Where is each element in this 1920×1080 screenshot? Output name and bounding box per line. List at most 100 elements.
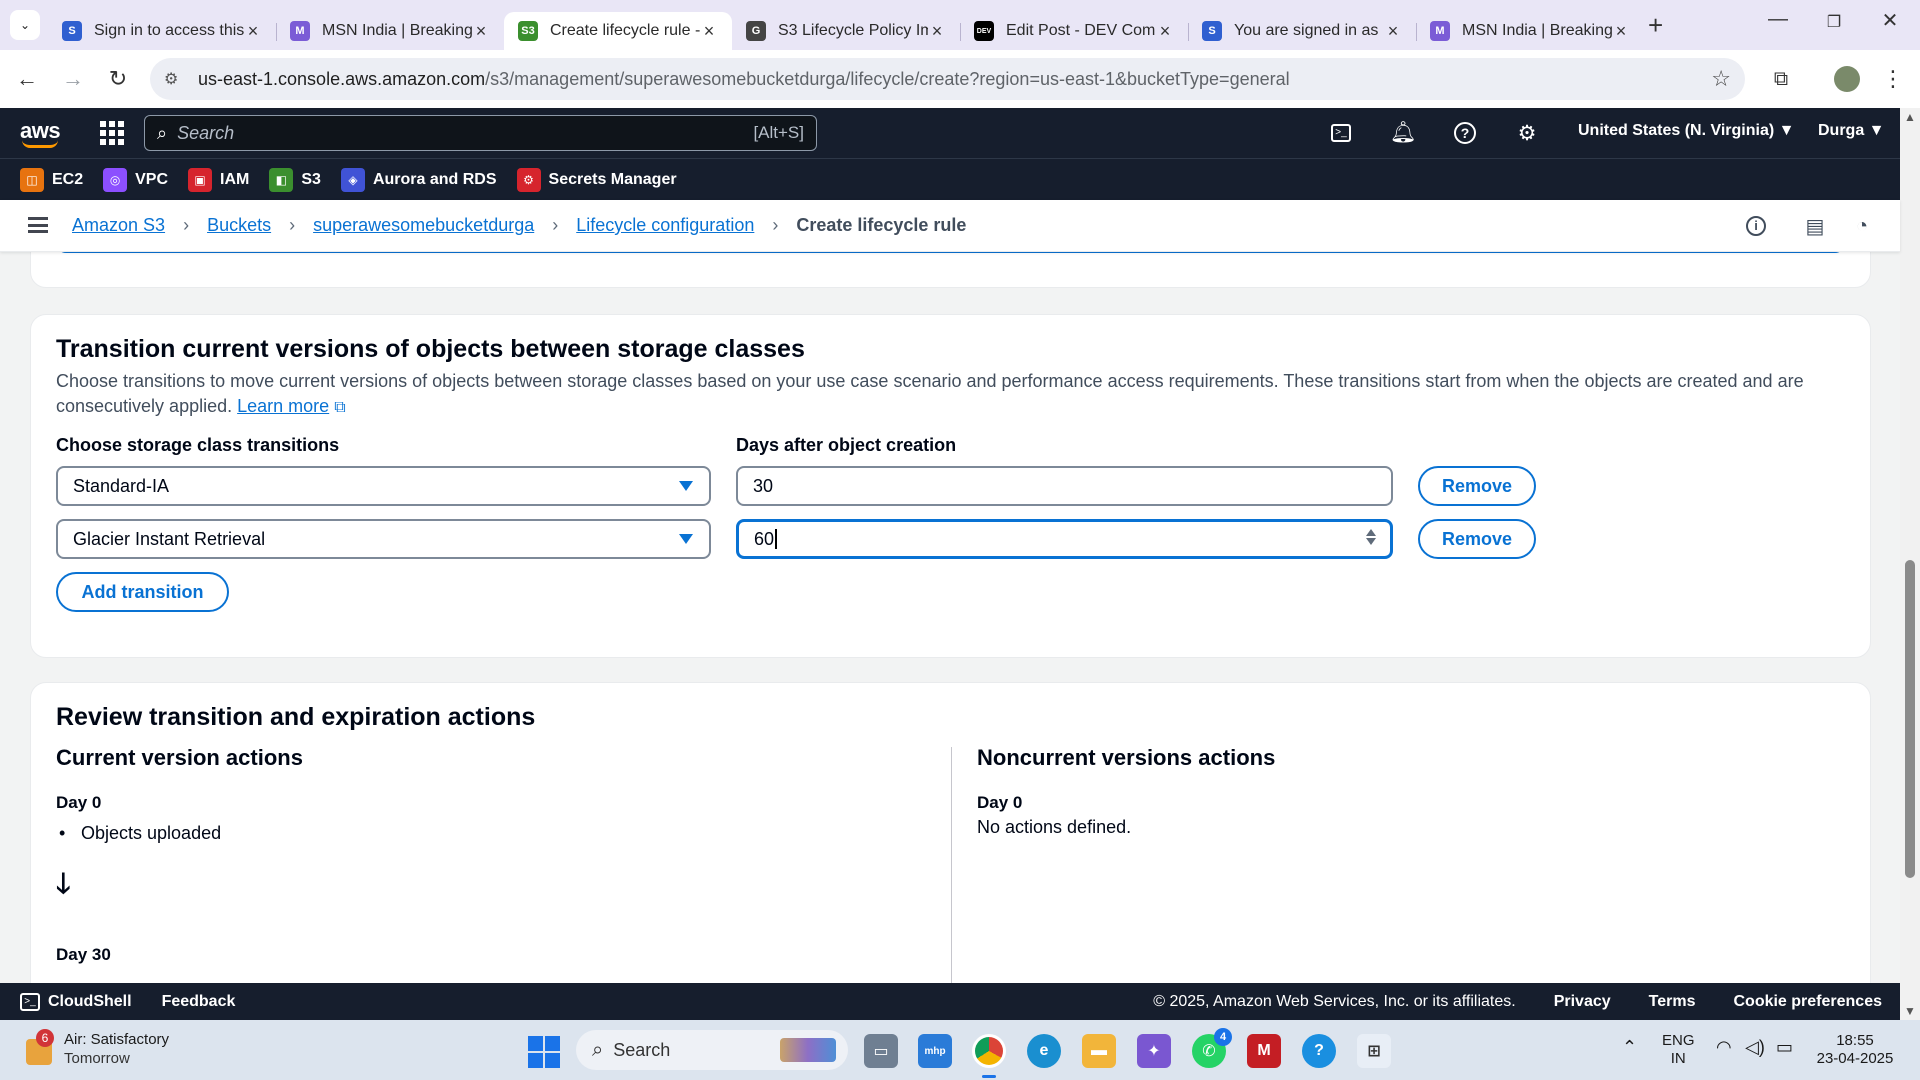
services-grid-icon[interactable]	[100, 121, 124, 145]
copilot-icon[interactable]: ✦	[1137, 1034, 1171, 1068]
cookie-preferences-link[interactable]: Cookie preferences	[1733, 993, 1882, 1011]
edge-icon[interactable]: e	[1027, 1034, 1061, 1068]
browser-tab[interactable]: M MSN India | Breaking ×	[1416, 12, 1644, 50]
tutorial-icon[interactable]: ◔	[1850, 214, 1874, 238]
forward-arrow-icon[interactable]: →	[58, 64, 88, 94]
remove-button-2[interactable]: Remove	[1418, 519, 1536, 559]
privacy-link[interactable]: Privacy	[1554, 993, 1611, 1011]
back-arrow-icon[interactable]: ←	[12, 64, 42, 94]
scroll-thumb[interactable]	[1905, 560, 1915, 878]
file-explorer-icon[interactable]: ▬	[1082, 1034, 1116, 1068]
minimize-icon[interactable]: —	[1758, 8, 1798, 31]
feedback-link[interactable]: Feedback	[162, 993, 236, 1011]
breadcrumb-link[interactable]: Buckets	[207, 215, 271, 236]
cloudshell-link[interactable]: CloudShell	[48, 993, 132, 1011]
settings-gear-icon[interactable]: ⚙	[1514, 120, 1540, 146]
windows-start-icon[interactable]	[528, 1036, 560, 1068]
site-info-icon[interactable]: ⚙	[164, 69, 186, 89]
mcafee-icon[interactable]: M	[1247, 1034, 1281, 1068]
chevron-right-icon: ›	[289, 215, 296, 235]
store-icon[interactable]: ⊞	[1357, 1034, 1391, 1068]
days-value: 30	[753, 475, 774, 496]
taskbar-search[interactable]: ⌕ Search	[576, 1030, 848, 1070]
page-scrollbar[interactable]: ▲ ▼	[1900, 108, 1920, 1020]
breadcrumb-link[interactable]: superawesomebucketdurga	[313, 215, 534, 236]
favorite-aurora-and-rds[interactable]: ◈ Aurora and RDS	[340, 167, 497, 192]
browser-tab[interactable]: S3 Create lifecycle rule - ×	[504, 12, 732, 50]
scroll-up-arrow-icon[interactable]: ▲	[1904, 110, 1916, 124]
learn-more-link[interactable]: Learn more	[237, 396, 329, 416]
browser-tab[interactable]: S Sign in to access this ×	[48, 12, 276, 50]
profile-avatar[interactable]	[1832, 64, 1862, 94]
reload-icon[interactable]: ↻	[103, 64, 133, 94]
help-icon[interactable]: ?	[1452, 120, 1478, 146]
browser-menu-icon[interactable]: ⋮	[1878, 64, 1908, 94]
task-view-icon[interactable]: ▭	[864, 1034, 898, 1068]
browser-tab[interactable]: S You are signed in as ×	[1188, 12, 1416, 50]
restore-icon[interactable]: ❐	[1814, 12, 1854, 32]
aws-logo[interactable]: aws	[20, 118, 61, 148]
favorite-s3[interactable]: ◧ S3	[269, 167, 321, 192]
copyright-text: © 2025, Amazon Web Services, Inc. or its…	[1153, 992, 1516, 1010]
service-icon: ◧	[269, 167, 294, 192]
tab-close-icon[interactable]: ×	[700, 21, 718, 42]
language-indicator[interactable]: ENG IN	[1662, 1032, 1695, 1068]
extensions-puzzle-icon[interactable]: ⧉	[1766, 64, 1796, 94]
new-tab-plus-icon[interactable]: +	[1648, 10, 1663, 41]
tab-favicon-icon: M	[290, 21, 310, 41]
notifications-bell-icon[interactable]: 🔔︎	[1390, 120, 1417, 146]
tab-close-icon[interactable]: ×	[1612, 21, 1630, 42]
current-actions-title: Current version actions	[56, 745, 303, 770]
notes-panel-icon[interactable]: ▤	[1803, 214, 1827, 238]
account-menu[interactable]: Durga ▼	[1818, 122, 1885, 140]
wifi-icon[interactable]: ◠	[1716, 1038, 1732, 1056]
bookmark-star-icon[interactable]: ☆	[1711, 66, 1731, 92]
tab-close-icon[interactable]: ×	[1156, 21, 1174, 42]
tab-close-icon[interactable]: ×	[244, 21, 262, 42]
chrome-icon[interactable]	[972, 1034, 1006, 1078]
storage-class-select-1[interactable]: Standard-IA	[56, 466, 711, 506]
tab-title: You are signed in as	[1234, 22, 1379, 39]
aws-search-input[interactable]: ⌕ Search [Alt+S]	[144, 115, 817, 151]
number-spinner[interactable]	[1366, 529, 1376, 545]
days-input-2[interactable]: 60	[736, 519, 1393, 559]
clock[interactable]: 18:55 23-04-2025	[1815, 1032, 1895, 1068]
favorite-vpc[interactable]: ◎ VPC	[103, 167, 168, 192]
help-app-icon[interactable]: ?	[1302, 1034, 1336, 1068]
review-title: Review transition and expiration actions	[56, 703, 536, 731]
days-input-1[interactable]: 30	[736, 466, 1393, 506]
close-window-icon[interactable]: ✕	[1870, 8, 1910, 33]
side-nav-menu-icon[interactable]	[28, 217, 48, 233]
info-icon[interactable]: i	[1744, 214, 1768, 238]
browser-tab[interactable]: M MSN India | Breaking ×	[276, 12, 504, 50]
show-hidden-icons-chevron-icon[interactable]: ⌃	[1622, 1038, 1637, 1056]
cloudshell-icon[interactable]: >_	[1328, 120, 1354, 146]
tab-close-icon[interactable]: ×	[1384, 21, 1402, 42]
terms-link[interactable]: Terms	[1649, 993, 1696, 1011]
noncurrent-day0-label: Day 0	[977, 793, 1023, 812]
breadcrumb-link[interactable]: Lifecycle configuration	[576, 215, 754, 236]
storage-class-select-2[interactable]: Glacier Instant Retrieval	[56, 519, 711, 559]
search-icon: ⌕	[157, 122, 168, 143]
remove-button-1[interactable]: Remove	[1418, 466, 1536, 506]
weather-widget[interactable]: 6 Air: Satisfactory Tomorrow	[20, 1029, 169, 1069]
browser-tab[interactable]: G S3 Lifecycle Policy Im ×	[732, 12, 960, 50]
favorite-iam[interactable]: ▣ IAM	[188, 167, 249, 192]
battery-icon[interactable]: ▭	[1776, 1038, 1793, 1056]
whatsapp-icon[interactable]: ✆ 4	[1192, 1028, 1232, 1068]
tab-close-icon[interactable]: ×	[472, 21, 490, 42]
mhp-app-icon[interactable]: mhp	[918, 1034, 952, 1068]
browser-tab[interactable]: DEV Edit Post - DEV Comr ×	[960, 12, 1188, 50]
tab-close-icon[interactable]: ×	[928, 21, 946, 42]
region-selector[interactable]: United States (N. Virginia) ▼	[1578, 122, 1794, 140]
add-transition-button[interactable]: Add transition	[56, 572, 229, 612]
favorite-ec2[interactable]: ◫ EC2	[20, 167, 83, 192]
favorite-secrets-manager[interactable]: ⚙ Secrets Manager	[516, 167, 677, 192]
transition-section: Transition current versions of objects b…	[30, 314, 1871, 658]
tab-search-chevron-icon[interactable]: ⌄	[10, 10, 40, 40]
volume-icon[interactable]: ◁)	[1745, 1038, 1765, 1056]
favorite-label: Aurora and RDS	[372, 170, 497, 188]
scroll-down-arrow-icon[interactable]: ▼	[1904, 1004, 1916, 1018]
address-bar[interactable]: ⚙ us-east-1.console.aws.amazon.com/s3/ma…	[150, 58, 1745, 100]
breadcrumb-link[interactable]: Amazon S3	[72, 215, 165, 236]
